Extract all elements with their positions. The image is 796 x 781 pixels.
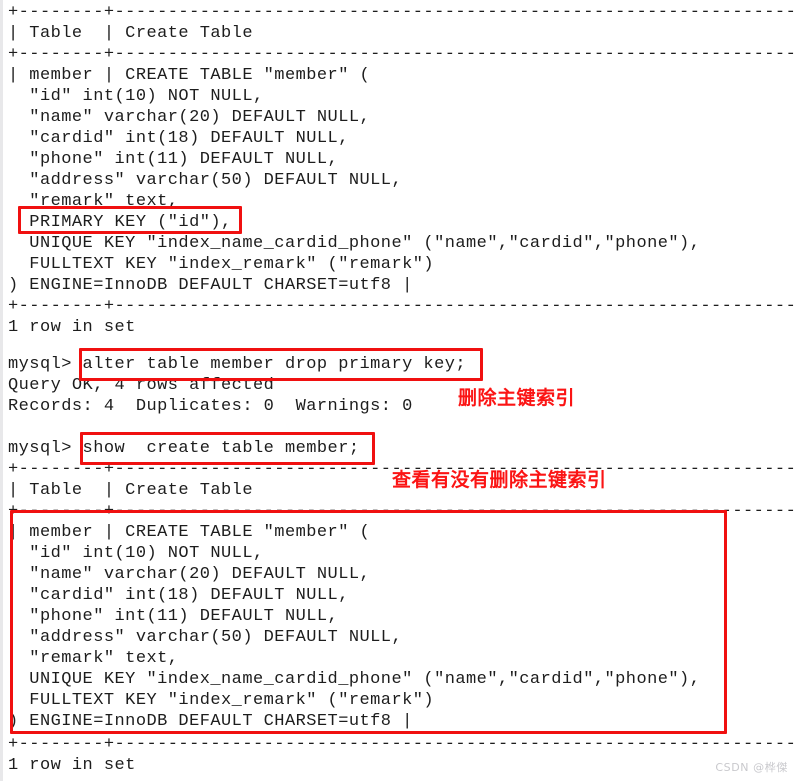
terminal-line: 1 row in set bbox=[8, 318, 136, 337]
terminal-line: mysql> alter table member drop primary k… bbox=[8, 355, 467, 374]
terminal-line: | Table | Create Table bbox=[8, 24, 253, 43]
terminal-line: "name" varchar(20) DEFAULT NULL, bbox=[8, 108, 371, 127]
terminal-line: "phone" int(11) DEFAULT NULL, bbox=[8, 607, 339, 626]
terminal-line: 1 row in set bbox=[8, 756, 136, 775]
terminal-line: "remark" text, bbox=[8, 649, 179, 668]
watermark: CSDN @桦傑 bbox=[715, 761, 788, 774]
note-verify-pk: 查看有没有删除主键索引 bbox=[392, 469, 607, 491]
terminal-line: | member | CREATE TABLE "member" ( bbox=[8, 66, 371, 85]
terminal-output[interactable]: +--------+------------------------------… bbox=[0, 0, 796, 781]
terminal-line: "cardid" int(18) DEFAULT NULL, bbox=[8, 586, 349, 605]
terminal-line: | member | CREATE TABLE "member" ( bbox=[8, 523, 371, 542]
terminal-line: "id" int(10) NOT NULL, bbox=[8, 87, 264, 106]
note-drop-pk: 删除主键索引 bbox=[458, 387, 576, 409]
terminal-line: ) ENGINE=InnoDB DEFAULT CHARSET=utf8 | bbox=[8, 712, 413, 731]
terminal-line: Query OK, 4 rows affected bbox=[8, 376, 275, 395]
terminal-line: UNIQUE KEY "index_name_cardid_phone" ("n… bbox=[8, 670, 701, 689]
terminal-line: mysql> show create table member; bbox=[8, 439, 360, 458]
terminal-line: ) ENGINE=InnoDB DEFAULT CHARSET=utf8 | bbox=[8, 276, 413, 295]
terminal-line: "cardid" int(18) DEFAULT NULL, bbox=[8, 129, 349, 148]
terminal-line: "phone" int(11) DEFAULT NULL, bbox=[8, 150, 339, 169]
terminal-line: "address" varchar(50) DEFAULT NULL, bbox=[8, 628, 403, 647]
terminal-line: Records: 4 Duplicates: 0 Warnings: 0 bbox=[8, 397, 413, 416]
terminal-line: "name" varchar(20) DEFAULT NULL, bbox=[8, 565, 371, 584]
terminal-separator-line: +--------+------------------------------… bbox=[8, 3, 796, 22]
terminal-line: "address" varchar(50) DEFAULT NULL, bbox=[8, 171, 403, 190]
terminal-line: | Table | Create Table bbox=[8, 481, 253, 500]
terminal-separator-line: +--------+------------------------------… bbox=[8, 45, 796, 64]
terminal-line: "id" int(10) NOT NULL, bbox=[8, 544, 264, 563]
terminal-separator-line: +--------+------------------------------… bbox=[8, 297, 796, 316]
terminal-line: FULLTEXT KEY "index_remark" ("remark") bbox=[8, 691, 435, 710]
terminal-separator-line: +--------+------------------------------… bbox=[8, 502, 796, 521]
terminal-line: UNIQUE KEY "index_name_cardid_phone" ("n… bbox=[8, 234, 701, 253]
terminal-line: PRIMARY KEY ("id"), bbox=[8, 213, 232, 232]
terminal-line: FULLTEXT KEY "index_remark" ("remark") bbox=[8, 255, 435, 274]
terminal-separator-line: +--------+------------------------------… bbox=[8, 735, 796, 754]
terminal-line: "remark" text, bbox=[8, 192, 179, 211]
